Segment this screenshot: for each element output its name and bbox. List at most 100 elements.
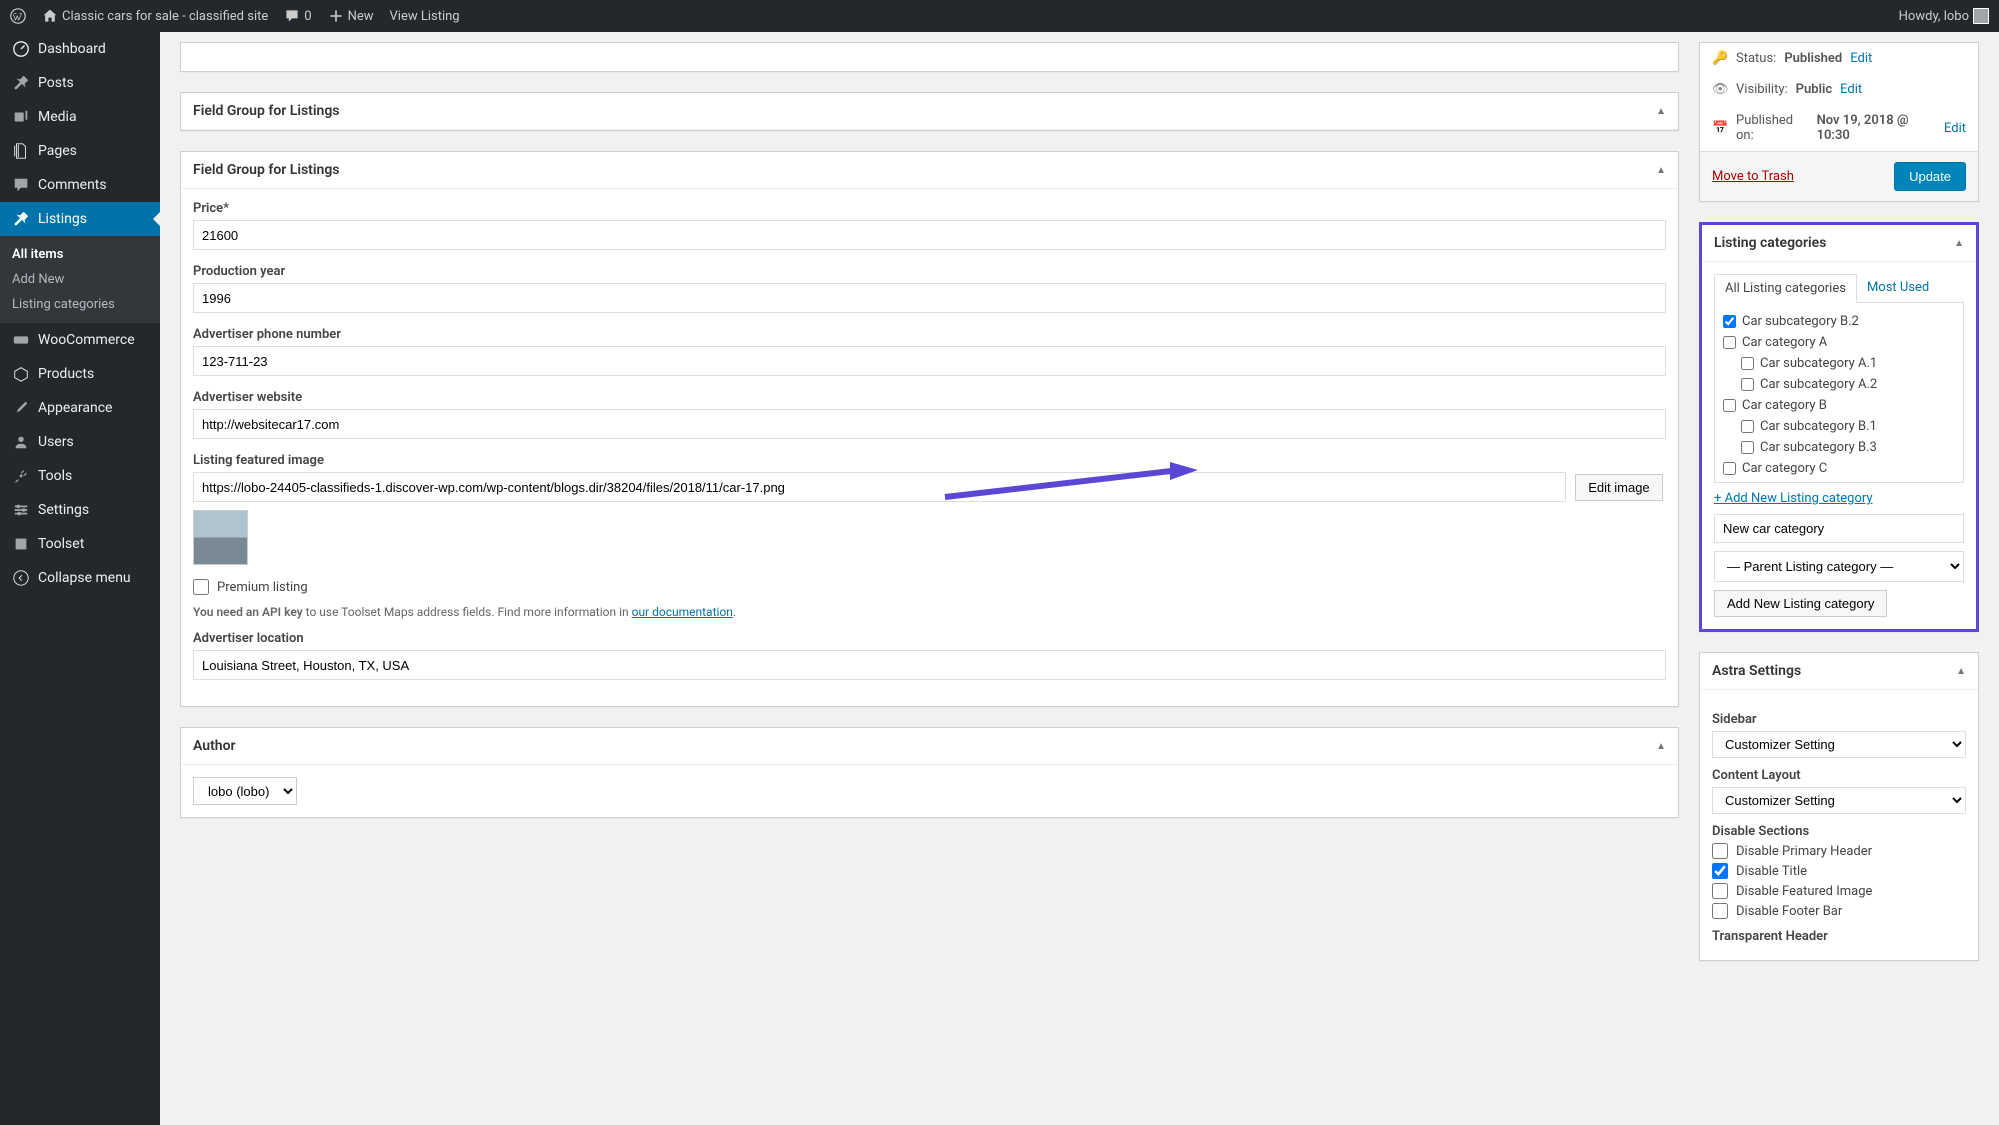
categories-title: Listing categories [1714, 235, 1826, 251]
edit-status-link[interactable]: Edit [1850, 51, 1872, 66]
year-input[interactable] [193, 283, 1666, 313]
listing-categories-box: Listing categories ▲ All Listing categor… [1699, 222, 1979, 632]
category-item[interactable]: Car subcategory B.3 [1723, 437, 1955, 458]
sidebar-label: Settings [38, 502, 89, 518]
sidebar-label: Sidebar [1712, 712, 1966, 727]
author-select[interactable]: lobo (lobo) [193, 777, 297, 805]
sidebar-select[interactable]: Customizer Setting [1712, 731, 1966, 758]
sidebar-item-pages[interactable]: Pages [0, 134, 160, 168]
tab-most-used[interactable]: Most Used [1857, 274, 1939, 302]
parent-category-select[interactable]: — Parent Listing category — [1714, 551, 1964, 582]
sidebar-label: Listings [38, 211, 87, 227]
trash-link[interactable]: Move to Trash [1712, 169, 1794, 184]
category-checkbox[interactable] [1741, 378, 1754, 391]
wp-logo-link[interactable] [10, 8, 26, 24]
view-listing-link[interactable]: View Listing [390, 9, 460, 24]
sidebar-item-listings[interactable]: Listings [0, 202, 160, 236]
edit-image-button[interactable]: Edit image [1575, 474, 1662, 501]
location-input[interactable] [193, 650, 1666, 680]
sidebar-item-users[interactable]: Users [0, 425, 160, 459]
sidebar-sub-categories[interactable]: Listing categories [0, 292, 160, 317]
category-checkbox[interactable] [1723, 399, 1736, 412]
category-checkbox[interactable] [1723, 462, 1736, 475]
content-select[interactable]: Customizer Setting [1712, 787, 1966, 814]
category-checkbox[interactable] [1741, 357, 1754, 370]
howdy-link[interactable]: Howdy, lobo [1899, 8, 1989, 24]
add-category-button[interactable]: Add New Listing category [1714, 590, 1887, 617]
brush-icon [12, 399, 30, 417]
comments-link[interactable]: 0 [284, 8, 311, 24]
edit-date-link[interactable]: Edit [1944, 121, 1966, 136]
new-link[interactable]: New [328, 8, 374, 24]
disable-title-checkbox[interactable] [1712, 863, 1728, 879]
category-label: Car category A [1742, 335, 1827, 350]
website-input[interactable] [193, 409, 1666, 439]
category-item[interactable]: Car subcategory A.2 [1723, 374, 1955, 395]
sidebar-item-media[interactable]: Media [0, 100, 160, 134]
sidebar-item-tools[interactable]: Tools [0, 459, 160, 493]
featured-input[interactable] [193, 472, 1566, 502]
doc-link[interactable]: our documentation [632, 605, 733, 619]
sidebar-sub-all-items[interactable]: All items [0, 242, 160, 267]
sidebar-sub-add-new[interactable]: Add New [0, 267, 160, 292]
toggle-icon[interactable]: ▲ [1656, 106, 1666, 117]
disable-featured-checkbox[interactable] [1712, 883, 1728, 899]
published-label: Published on: [1736, 113, 1809, 143]
toolset-icon [12, 535, 30, 553]
category-label: Car subcategory B.2 [1742, 314, 1859, 329]
add-category-toggle[interactable]: + Add New Listing category [1714, 483, 1964, 514]
toggle-icon[interactable]: ▲ [1954, 238, 1964, 249]
category-item[interactable]: Car category C [1723, 458, 1955, 479]
api-hint: You need an API key to use Toolset Maps … [193, 605, 1666, 619]
site-name-text: Classic cars for sale - classified site [62, 9, 268, 24]
toggle-icon[interactable]: ▲ [1656, 165, 1666, 176]
premium-label: Premium listing [217, 580, 308, 595]
phone-input[interactable] [193, 346, 1666, 376]
sidebar-item-toolset[interactable]: Toolset [0, 527, 160, 561]
toggle-icon[interactable]: ▲ [1656, 741, 1666, 752]
publish-box: 🔑 Status: Published Edit 👁 Visibility: P… [1699, 42, 1979, 202]
sidebar-item-collapse[interactable]: Collapse menu [0, 561, 160, 595]
site-name-link[interactable]: Classic cars for sale - classified site [42, 8, 268, 24]
disable-footer-checkbox[interactable] [1712, 903, 1728, 919]
category-list[interactable]: Car subcategory B.2 Car category A Car sub… [1714, 303, 1964, 483]
tab-all-categories[interactable]: All Listing categories [1714, 274, 1857, 303]
premium-checkbox[interactable] [193, 579, 209, 595]
price-input[interactable] [193, 220, 1666, 250]
featured-label: Listing featured image [193, 453, 1666, 468]
category-item[interactable]: Car subcategory B.2 [1723, 311, 1955, 332]
category-item[interactable]: Car category A [1723, 332, 1955, 353]
disable-primary-label: Disable Primary Header [1736, 844, 1872, 859]
category-item[interactable]: Car subcategory B.1 [1723, 416, 1955, 437]
sidebar-label: Posts [38, 75, 74, 91]
category-checkbox[interactable] [1723, 336, 1736, 349]
category-item[interactable]: Car category B [1723, 395, 1955, 416]
category-checkbox[interactable] [1741, 420, 1754, 433]
update-button[interactable]: Update [1894, 162, 1966, 191]
plus-icon [328, 8, 344, 24]
new-category-input[interactable] [1714, 514, 1964, 543]
admin-bar: Classic cars for sale - classified site … [0, 0, 1999, 32]
toggle-icon[interactable]: ▲ [1956, 666, 1966, 677]
metabox-field-group-1: Field Group for Listings ▲ [180, 92, 1679, 131]
pin-icon [12, 210, 30, 228]
new-label: New [348, 9, 374, 24]
sidebar-item-comments[interactable]: Comments [0, 168, 160, 202]
edit-visibility-link[interactable]: Edit [1840, 82, 1862, 97]
status-label: Status: [1736, 51, 1776, 66]
sidebar-item-posts[interactable]: Posts [0, 66, 160, 100]
woo-icon [12, 331, 30, 349]
sidebar-item-products[interactable]: Products [0, 357, 160, 391]
price-label: Price* [193, 201, 1666, 216]
users-icon [12, 433, 30, 451]
sidebar-label: WooCommerce [38, 332, 135, 348]
category-checkbox[interactable] [1741, 441, 1754, 454]
sidebar-item-appearance[interactable]: Appearance [0, 391, 160, 425]
category-checkbox[interactable] [1723, 315, 1736, 328]
sidebar-item-settings[interactable]: Settings [0, 493, 160, 527]
category-item[interactable]: Car subcategory A.1 [1723, 353, 1955, 374]
sidebar-item-dashboard[interactable]: Dashboard [0, 32, 160, 66]
sidebar-item-woocommerce[interactable]: WooCommerce [0, 323, 160, 357]
transparent-label: Transparent Header [1712, 929, 1966, 944]
disable-primary-checkbox[interactable] [1712, 843, 1728, 859]
